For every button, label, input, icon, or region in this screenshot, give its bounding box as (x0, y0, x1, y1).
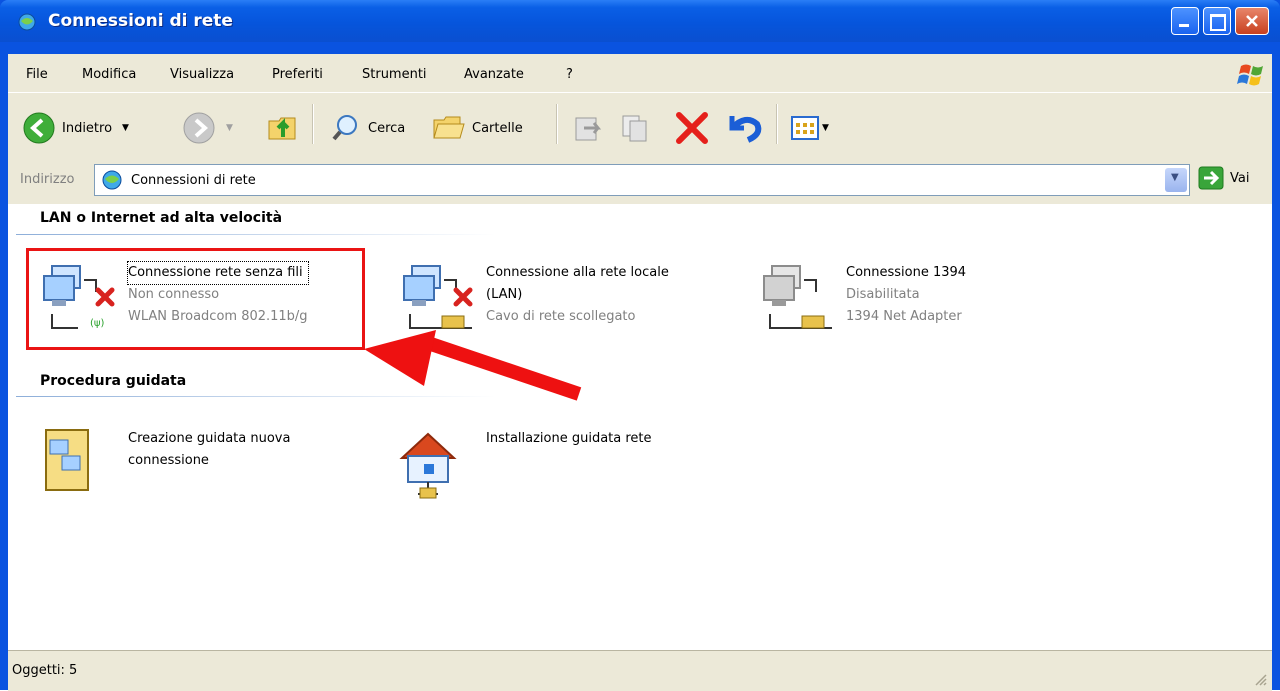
folder-up-icon (268, 117, 296, 140)
search-button[interactable]: Cerca (330, 112, 405, 144)
1394-network-icon (763, 265, 832, 329)
go-button[interactable]: Vai (1198, 166, 1249, 190)
close-icon (1246, 15, 1258, 27)
menu-items: File Modifica Visualizza Preferiti Strum… (10, 58, 1270, 92)
item-title-line2: (LAN) (486, 287, 523, 302)
move-to-button[interactable] (572, 112, 604, 144)
address-dropdown-button[interactable]: ▼ (1165, 168, 1187, 192)
views-dropdown-icon[interactable]: ▼ (822, 123, 829, 133)
title-bar[interactable]: Connessioni di rete (0, 0, 1280, 42)
minimize-button[interactable] (1171, 7, 1199, 35)
minimize-icon (1179, 24, 1189, 27)
group-divider (16, 396, 496, 397)
undo-icon (729, 116, 762, 143)
item-device: 1394 Net Adapter (846, 309, 962, 324)
go-arrow-icon (1198, 166, 1224, 190)
delete-x-icon (676, 112, 708, 144)
lan-network-icon (403, 265, 473, 329)
window-title: Connessioni di rete (48, 11, 233, 31)
menu-help[interactable]: ? (566, 67, 573, 82)
menu-visualizza[interactable]: Visualizza (170, 67, 234, 82)
chevron-down-icon: ▼ (1171, 172, 1179, 183)
item-title: Creazione guidata nuova (128, 431, 291, 446)
menu-modifica[interactable]: Modifica (82, 67, 136, 82)
views-icon (791, 116, 819, 140)
maximize-button[interactable] (1203, 7, 1231, 35)
address-value: Connessioni di rete (131, 173, 256, 188)
maximize-icon (1210, 14, 1226, 31)
menu-preferiti[interactable]: Preferiti (272, 67, 323, 82)
item-title: Installazione guidata rete (486, 431, 652, 446)
search-icon (332, 115, 357, 141)
folders-button[interactable]: Cartelle (432, 112, 523, 144)
item-title: Connessione alla rete locale (486, 265, 669, 280)
group-header-wizard: Procedura guidata (40, 373, 187, 389)
menu-file[interactable]: File (26, 67, 48, 82)
home-network-icon (399, 432, 457, 499)
status-text: Oggetti: 5 (12, 663, 78, 678)
menu-avanzate[interactable]: Avanzate (464, 67, 524, 82)
address-input[interactable]: Connessioni di rete ▼ (94, 164, 1190, 196)
menu-strumenti[interactable]: Strumenti (362, 67, 427, 82)
toolbar-separator (556, 104, 558, 144)
status-bar: Oggetti: 5 (8, 650, 1272, 691)
forward-dropdown-icon[interactable]: ▼ (226, 123, 233, 133)
selection-highlight-box (26, 248, 365, 350)
views-button[interactable]: ▼ (790, 114, 829, 142)
up-folder-button[interactable] (265, 109, 301, 145)
item-title-line2: connessione (128, 453, 209, 468)
folders-label: Cartelle (472, 120, 523, 136)
item-title: Connessione 1394 (846, 265, 967, 280)
explorer-window: Connessioni di rete File Modifica Visual… (0, 0, 1280, 691)
resize-grip-icon[interactable] (1254, 673, 1268, 687)
network-connections-icon (102, 170, 122, 190)
copy-to-icon (622, 115, 647, 142)
search-label: Cerca (368, 120, 406, 136)
toolbar-separator (312, 104, 314, 144)
back-label: Indietro (62, 120, 113, 136)
go-label: Vai (1230, 170, 1250, 186)
group-header-lan: LAN o Internet ad alta velocità (40, 210, 283, 226)
close-button[interactable] (1235, 7, 1269, 35)
toolbar-separator (776, 104, 778, 144)
item-status: Cavo di rete scollegato (486, 309, 636, 324)
new-connection-wizard-icon (45, 429, 89, 491)
forward-arrow-icon (183, 112, 215, 144)
forward-button[interactable]: ▼ (182, 111, 233, 145)
group-divider (16, 234, 496, 235)
back-arrow-icon (23, 112, 55, 144)
item-status: Disabilitata (846, 287, 920, 302)
delete-button[interactable] (674, 110, 710, 146)
move-to-icon (575, 117, 602, 141)
windows-logo-icon (1237, 64, 1263, 86)
address-label: Indirizzo (20, 172, 75, 187)
back-dropdown-icon[interactable]: ▼ (122, 123, 129, 133)
undo-button[interactable] (724, 110, 764, 146)
copy-to-button[interactable] (620, 112, 652, 144)
network-connections-icon (18, 13, 36, 31)
folders-icon (433, 116, 465, 139)
back-button[interactable]: Indietro ▼ (22, 111, 129, 145)
